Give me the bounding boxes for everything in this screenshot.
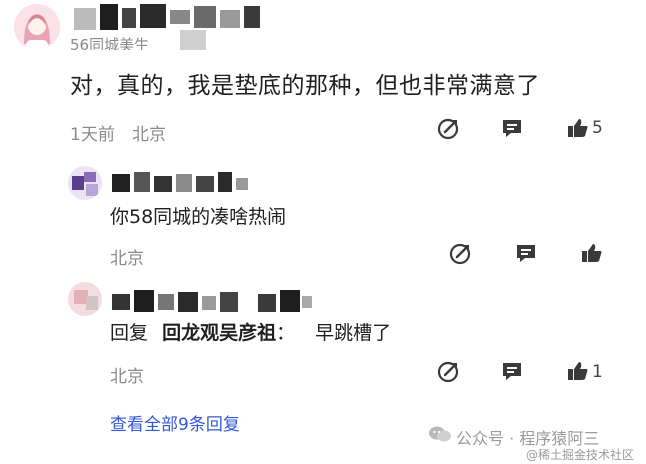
comment-reply-icon[interactable]: [500, 116, 524, 140]
reply-2-prefix: 回复: [110, 322, 149, 344]
reply-1-reply-icon[interactable]: [514, 241, 538, 265]
watermark-site: @稀土掘金技术社区: [526, 448, 635, 462]
reply-1-location: 北京: [110, 249, 144, 269]
comment-like-count: 5: [592, 118, 603, 138]
comment-username-redacted: [70, 2, 280, 50]
reply-2-reply-icon[interactable]: [500, 359, 524, 383]
comment-edit-icon[interactable]: [436, 117, 460, 141]
comment-like-icon[interactable]: [566, 116, 590, 140]
reply-2-text-line: 回复 回龙观吴彦祖： 早跳槽了: [110, 318, 391, 345]
view-all-replies-link[interactable]: 查看全部9条回复: [110, 410, 240, 435]
reply-2-separator: ：: [276, 322, 296, 344]
reply-1-username-redacted: [112, 172, 248, 194]
reply-2-text: 早跳槽了: [315, 322, 392, 344]
comment-time: 1天前: [70, 125, 115, 145]
avatar-illustration: [68, 166, 102, 200]
reply-2-edit-icon[interactable]: [436, 360, 460, 384]
reply-2-like-count: 1: [592, 362, 603, 382]
wechat-icon: [428, 425, 452, 443]
comment-avatar[interactable]: [14, 4, 60, 50]
reply-2-like-icon[interactable]: [566, 359, 590, 383]
reply-1-edit-icon[interactable]: [448, 242, 472, 266]
reply-2-location: 北京: [110, 367, 144, 387]
reply-1-like-icon[interactable]: [580, 241, 604, 265]
avatar-illustration: [68, 282, 102, 316]
reply-1-avatar[interactable]: [68, 166, 102, 200]
comment-username-partial: 56同城美生: [70, 36, 150, 50]
comment-location: 北京: [132, 125, 166, 145]
reply-2-mention[interactable]: 回龙观吴彦祖: [162, 322, 276, 344]
reply-2-avatar[interactable]: [68, 282, 102, 316]
comment-text: 对，真的，我是垫底的那种，但也非常满意了: [70, 73, 540, 99]
reply-1-text: 你58同城的凑啥热闹: [110, 206, 287, 228]
avatar-illustration: [14, 4, 60, 50]
reply-2-username-redacted: [112, 290, 312, 314]
